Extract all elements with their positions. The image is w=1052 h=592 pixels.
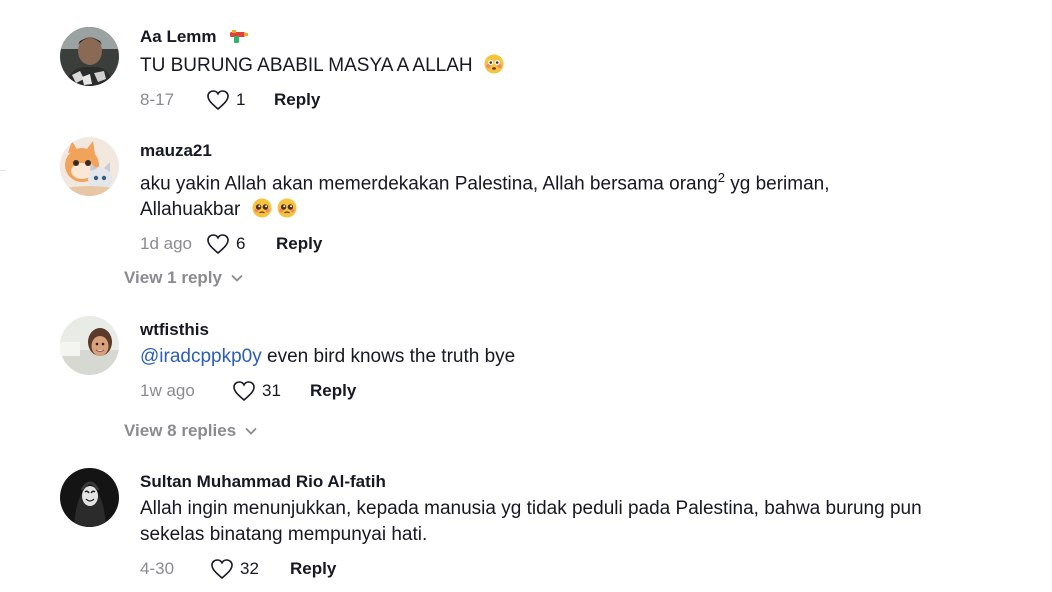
- comment-text: Allah ingin menunjukkan, kepada manusia …: [140, 498, 922, 545]
- comment-body: mauza21 aku yakin Allah akan memerdekaka…: [140, 140, 992, 255]
- like-button[interactable]: 1: [206, 89, 272, 111]
- heart-icon[interactable]: [210, 558, 234, 580]
- comment-text: TU BURUNG ABABIL MASYA A ALLAH: [140, 53, 960, 79]
- water-gun-icon: [229, 28, 249, 50]
- reply-button[interactable]: Reply: [276, 234, 322, 254]
- like-count: 32: [240, 559, 259, 578]
- comment-text: @iradcppkp0y even bird knows the truth b…: [140, 344, 960, 370]
- comment-date: 1w ago: [140, 381, 195, 400]
- like-button[interactable]: 32: [210, 558, 290, 580]
- username[interactable]: Aa Lemm: [140, 26, 992, 50]
- reply-button[interactable]: Reply: [310, 381, 356, 401]
- flushed-face-emoji: [484, 54, 504, 74]
- comment-text: aku yakin Allah akan memerdekakan Palest…: [140, 165, 960, 223]
- comment-text-content: TU BURUNG ABABIL MASYA A ALLAH: [140, 55, 473, 76]
- heart-icon[interactable]: [206, 233, 230, 255]
- chevron-down-icon: [231, 274, 243, 282]
- comment-meta: 1w ago 31 Reply: [140, 380, 992, 402]
- username[interactable]: mauza21: [140, 140, 992, 162]
- comments-panel: Aa Lemm TU BURUNG ABABIL MASYA A ALLAH 8…: [0, 0, 1052, 592]
- avatar[interactable]: [60, 316, 119, 375]
- username[interactable]: wtfisthis: [140, 319, 992, 341]
- reply-button[interactable]: Reply: [290, 559, 336, 579]
- like-count: 31: [262, 381, 281, 400]
- heart-icon[interactable]: [206, 89, 230, 111]
- superscript: 2: [717, 170, 725, 185]
- comment-body: Aa Lemm TU BURUNG ABABIL MASYA A ALLAH 8…: [140, 26, 992, 111]
- pleading-face-emoji: [252, 198, 272, 218]
- divider: [0, 170, 6, 171]
- like-count: 1: [236, 90, 246, 109]
- view-replies-label[interactable]: View 8 replies: [124, 421, 236, 441]
- comment-date: 1d ago: [140, 234, 192, 254]
- reply-button[interactable]: Reply: [274, 90, 320, 110]
- heart-icon[interactable]: [232, 380, 256, 402]
- comment-date: 4-30: [140, 559, 175, 578]
- comment-meta: 8-17 1 Reply: [140, 89, 992, 111]
- username-text[interactable]: Aa Lemm: [140, 27, 217, 46]
- comment-date: 8-17: [140, 90, 175, 109]
- view-replies-button[interactable]: View 8 replies: [124, 421, 257, 441]
- view-replies-button[interactable]: View 1 reply: [124, 268, 243, 288]
- view-replies-label[interactable]: View 1 reply: [124, 268, 222, 288]
- comment-text-content: Allahuakbar: [140, 199, 241, 221]
- like-button[interactable]: 31: [232, 380, 310, 402]
- comment-text-content: even bird knows the truth bye: [261, 346, 516, 367]
- comment-text-content: yg beriman,: [724, 173, 830, 195]
- comment-meta: 4-30 32 Reply: [140, 558, 992, 580]
- pleading-face-emoji: [277, 198, 297, 218]
- comment-meta: 1d ago 6 Reply: [140, 233, 992, 255]
- username[interactable]: Sultan Muhammad Rio Al-fatih: [140, 471, 992, 493]
- comment-body: Sultan Muhammad Rio Al-fatih Allah ingin…: [140, 471, 992, 580]
- avatar[interactable]: [60, 137, 119, 196]
- comment-text-content: aku yakin Allah akan memerdekakan Palest…: [140, 173, 718, 195]
- chevron-down-icon: [245, 427, 257, 435]
- avatar[interactable]: [60, 468, 119, 527]
- comment-body: wtfisthis @iradcppkp0y even bird knows t…: [140, 319, 992, 402]
- like-count: 6: [236, 234, 246, 254]
- avatar[interactable]: [60, 27, 119, 86]
- like-button[interactable]: 6: [206, 233, 272, 255]
- mention-link[interactable]: @iradcppkp0y: [140, 346, 262, 367]
